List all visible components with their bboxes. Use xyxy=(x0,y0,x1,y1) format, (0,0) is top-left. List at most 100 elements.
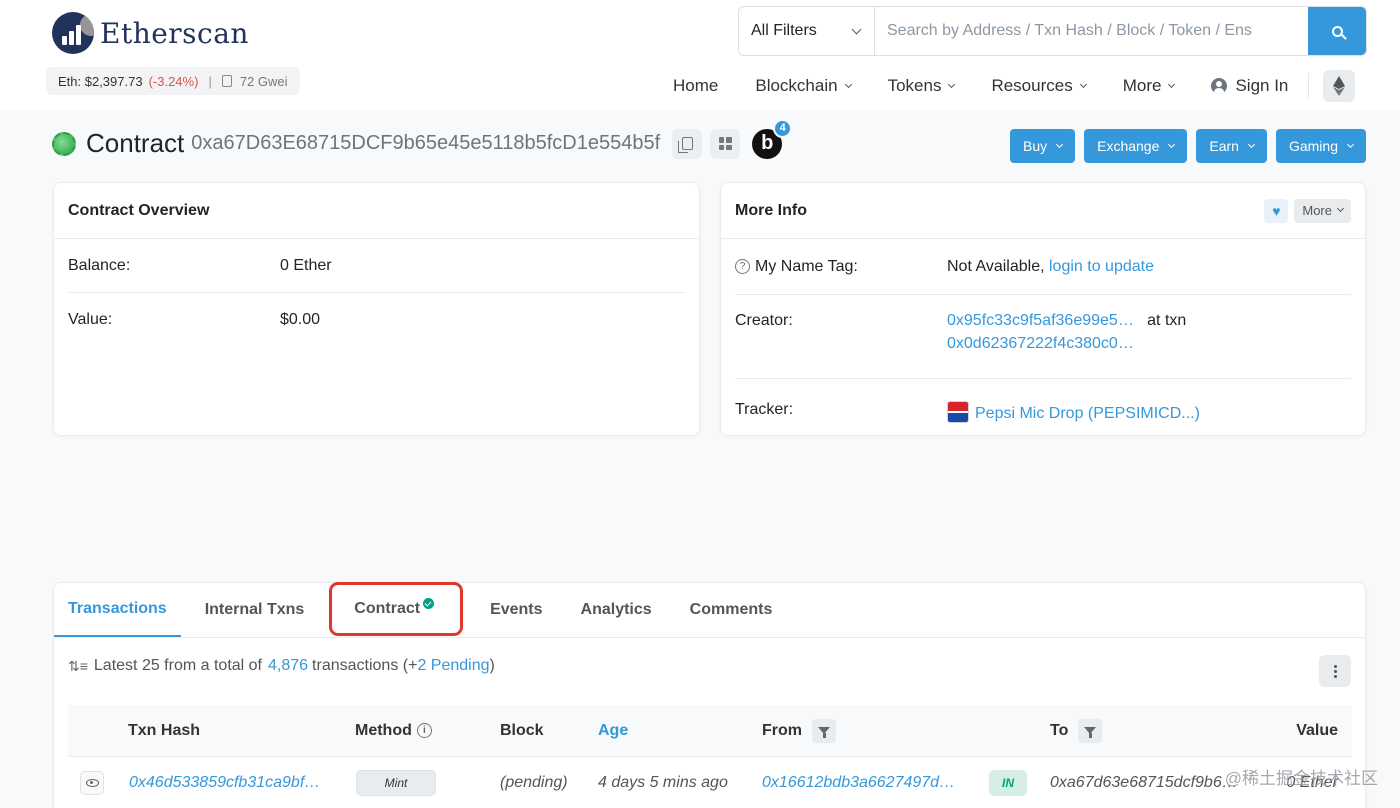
search-filter-dropdown[interactable]: All Filters xyxy=(739,7,875,55)
nav-more-label: More xyxy=(1122,76,1162,95)
eye-icon xyxy=(85,779,99,787)
search-filter-label: All Filters xyxy=(751,22,817,39)
eth-price-change: (-3.24%) xyxy=(148,73,199,89)
buy-button[interactable]: Buy xyxy=(1009,129,1076,163)
name-tag-value: Not Available, login to update xyxy=(947,258,1154,276)
etherscan-logo[interactable]: Etherscan xyxy=(52,12,249,54)
balance-label: Balance: xyxy=(68,256,131,274)
tab-comments[interactable]: Comments xyxy=(676,582,787,637)
from-filter-button[interactable] xyxy=(812,718,836,743)
verified-check-icon xyxy=(423,597,435,609)
name-tag-label: My Name Tag: xyxy=(755,257,858,275)
transactions-summary: ⇅≡ Latest 25 from a total of 4,876 trans… xyxy=(68,657,495,675)
gaming-button[interactable]: Gaming xyxy=(1275,129,1366,163)
table-header: Txn Hash Method i Block Age From To Value xyxy=(68,705,1352,757)
login-link[interactable]: login to update xyxy=(1049,258,1154,275)
sort-icon: ⇅≡ xyxy=(68,657,88,674)
more-options-button[interactable] xyxy=(1319,655,1351,687)
chevron-down-icon xyxy=(1168,80,1176,88)
tab-contract[interactable]: Contract xyxy=(329,582,464,636)
tab-transactions[interactable]: Transactions xyxy=(54,582,181,637)
col-value: Value xyxy=(1296,721,1338,739)
tracker-link[interactable]: Pepsi Mic Drop (PEPSIMICD...) xyxy=(975,405,1200,422)
txn-hash-link[interactable]: 0x46d533859cfb31ca9bf… xyxy=(129,758,320,808)
nav-blockchain[interactable]: Blockchain xyxy=(755,76,852,96)
contract-address: 0xa67D63E68715DCF9b65e45e5118b5fcD1e554b… xyxy=(191,132,661,154)
tab-internal-txns[interactable]: Internal Txns xyxy=(191,582,319,637)
card-header: Contract Overview xyxy=(54,183,699,239)
sponsor-buttons: Buy Exchange Earn Gaming xyxy=(1009,129,1366,163)
search-input[interactable] xyxy=(875,7,1308,55)
value-label: Value: xyxy=(68,311,113,328)
copy-address-button[interactable] xyxy=(672,128,703,159)
nav-home[interactable]: Home xyxy=(673,76,718,96)
total-transactions-link[interactable]: 4,876 xyxy=(268,657,308,675)
summary-mid: transactions (+ xyxy=(312,657,418,674)
earn-button[interactable]: Earn xyxy=(1196,129,1267,163)
col-age-toggle[interactable]: Age xyxy=(598,705,628,756)
ethereum-icon xyxy=(1333,76,1346,96)
transactions-card: Transactions Internal Txns Contract Even… xyxy=(53,582,1366,808)
help-icon[interactable]: ? xyxy=(735,259,750,274)
gaming-label: Gaming xyxy=(1288,138,1338,154)
pending-link[interactable]: 2 Pending xyxy=(417,657,489,675)
nav-sign-in-label: Sign In xyxy=(1235,76,1289,95)
card-header: More Info ♥ More xyxy=(721,183,1365,239)
card-title: Contract Overview xyxy=(68,201,210,219)
user-icon xyxy=(1211,78,1228,94)
top-header: Etherscan Eth: $2,397.73 (-3.24%) | 72 G… xyxy=(0,0,1400,110)
site-watermark: @稀土掘金技术社区 xyxy=(1224,769,1378,788)
nav-resources[interactable]: Resources xyxy=(991,76,1087,96)
age-value: 4 days 5 mins ago xyxy=(598,774,728,791)
view-details-button[interactable] xyxy=(80,771,104,795)
copy-icon xyxy=(677,137,693,153)
tab-contract-label: Contract xyxy=(354,600,421,617)
exchange-label: Exchange xyxy=(1097,138,1160,154)
eth-price[interactable]: Eth: $2,397.73 xyxy=(58,74,143,89)
chevron-down-icon xyxy=(851,24,862,34)
creator-label: Creator: xyxy=(735,312,793,329)
nav-blockchain-label: Blockchain xyxy=(755,76,838,95)
network-switch-button[interactable] xyxy=(1323,70,1356,102)
nav-resources-label: Resources xyxy=(991,76,1073,95)
search-bar: All Filters xyxy=(738,6,1367,56)
col-from-label: From xyxy=(762,721,802,739)
main-nav: Home Blockchain Tokens Resources More Si… xyxy=(673,70,1356,102)
chevron-down-icon xyxy=(1168,140,1176,148)
chevron-down-icon xyxy=(948,80,956,88)
tab-events[interactable]: Events xyxy=(476,582,556,637)
creator-address-link[interactable]: 0x95fc33c9f5af36e99e5… xyxy=(947,312,1134,329)
buy-label: Buy xyxy=(1022,138,1048,154)
nav-sign-in[interactable]: Sign In xyxy=(1211,76,1288,96)
balance-value: 0 Ether xyxy=(280,256,332,274)
eth-price-bar: Eth: $2,397.73 (-3.24%) | 72 Gwei xyxy=(46,67,300,95)
exchange-button[interactable]: Exchange xyxy=(1084,129,1188,163)
col-method: Method i xyxy=(355,705,432,756)
to-address: 0xa67d63e68715dcf9b6… xyxy=(1050,774,1238,791)
watchlist-button[interactable]: ♥ xyxy=(1264,198,1289,223)
col-to: To xyxy=(1050,705,1103,756)
search-button[interactable] xyxy=(1308,7,1366,55)
info-icon[interactable]: i xyxy=(416,723,432,738)
gas-price[interactable]: 72 Gwei xyxy=(240,74,288,89)
nav-more[interactable]: More xyxy=(1122,76,1176,96)
tab-transactions-label: Transactions xyxy=(68,599,167,617)
nav-tokens[interactable]: Tokens xyxy=(888,76,956,96)
more-dropdown[interactable]: More xyxy=(1294,198,1351,223)
tab-analytics[interactable]: Analytics xyxy=(567,582,666,637)
name-tag-label-wrap: ? My Name Tag: xyxy=(735,258,947,276)
from-address-link[interactable]: 0x16612bdb3a6627497d… xyxy=(762,758,955,808)
earn-label: Earn xyxy=(1209,138,1239,154)
qr-code-button[interactable] xyxy=(710,128,741,159)
creator-txn-link[interactable]: 0x0d62367222f4c380c0… xyxy=(947,335,1186,353)
method-badge: Mint xyxy=(356,770,436,796)
direction-badge: IN xyxy=(989,770,1027,796)
more-dropdown-label: More xyxy=(1302,203,1332,218)
nav-home-label: Home xyxy=(673,76,719,95)
value-amount: $0.00 xyxy=(280,311,321,328)
blockscan-chat-button[interactable]: b 4 xyxy=(752,118,793,159)
name-tag-row: ? My Name Tag: Not Available, login to up… xyxy=(735,239,1351,295)
to-filter-button[interactable] xyxy=(1078,718,1103,743)
col-from: From xyxy=(762,705,836,756)
etherscan-logo-icon xyxy=(52,12,94,54)
